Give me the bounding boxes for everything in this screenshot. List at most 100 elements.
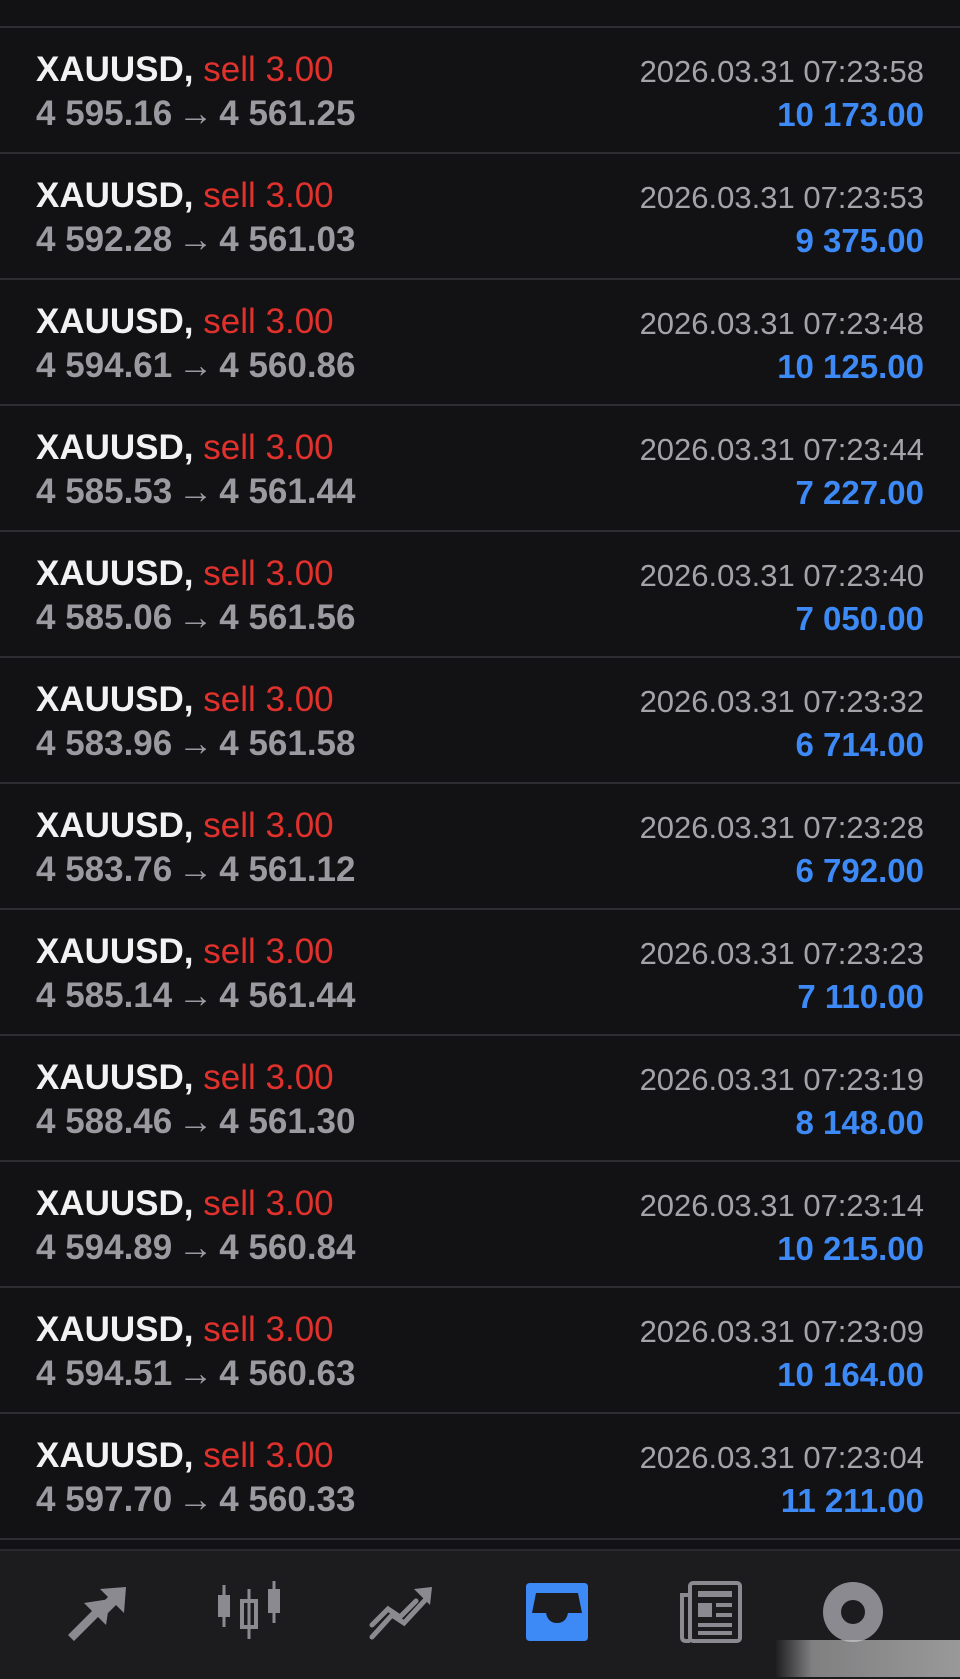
close-price: 4 561.03	[219, 220, 356, 259]
nav-trade[interactable]	[366, 1577, 436, 1647]
trade-row[interactable]: XAUUSD, sell 3.00 4 583.96 → 4 561.58 2026…	[0, 658, 960, 784]
trade-side: sell	[203, 1184, 256, 1223]
open-price: 4 583.96	[36, 724, 173, 763]
trade-volume: 3.00	[265, 302, 334, 341]
trade-prices: 4 597.70 → 4 560.33	[36, 1480, 356, 1520]
trade-time: 2026.03.31 07:23:19	[639, 1062, 924, 1097]
trade-profit: 6 714.00	[795, 726, 924, 763]
trade-row[interactable]: XAUUSD, sell 3.00 4 594.51 → 4 560.63 2026…	[0, 1288, 960, 1414]
trade-time: 2026.03.31 07:23:32	[639, 684, 924, 719]
trade-header: XAUUSD, sell 3.00	[36, 680, 334, 720]
trend-line-icon	[369, 1587, 432, 1640]
open-price: 4 595.16	[36, 94, 173, 133]
trade-header: XAUUSD, sell 3.00	[36, 932, 334, 972]
trade-row[interactable]: XAUUSD, sell 3.00 4 592.28 → 4 561.03 2026…	[0, 154, 960, 280]
trade-symbol: XAUUSD,	[36, 50, 194, 89]
trade-row[interactable]: XAUUSD, sell 3.00 4 588.46 → 4 561.30 2026…	[0, 1036, 960, 1162]
trade-header: XAUUSD, sell 3.00	[36, 1436, 334, 1476]
close-price: 4 561.58	[219, 724, 356, 763]
trade-side: sell	[203, 302, 256, 341]
trade-row[interactable]: XAUUSD, sell 3.00 4 594.89 → 4 560.84 2026…	[0, 1162, 960, 1288]
watermark-overlay	[775, 1640, 960, 1677]
trade-side: sell	[203, 1436, 256, 1475]
trade-volume: 3.00	[265, 1184, 334, 1223]
arrow-right-icon: →	[178, 1354, 214, 1393]
trade-side: sell	[203, 680, 256, 719]
trade-prices: 4 595.16 → 4 561.25	[36, 94, 356, 134]
trade-profit: 7 050.00	[795, 600, 924, 637]
trade-profit: 7 227.00	[795, 474, 924, 511]
settings-icon	[823, 1582, 883, 1642]
trade-history-list[interactable]: XAUUSD, sell 3.00 4 595.16 → 4 561.25 2026…	[0, 28, 960, 1540]
trade-row[interactable]: XAUUSD, sell 3.00 4 597.70 → 4 560.33 2026…	[0, 1414, 960, 1540]
trade-row[interactable]: XAUUSD, sell 3.00 4 595.16 → 4 561.25 2026…	[0, 28, 960, 154]
trade-prices: 4 594.51 → 4 560.63	[36, 1354, 356, 1394]
nav-quotes[interactable]	[62, 1577, 132, 1647]
arrow-right-icon: →	[178, 472, 214, 511]
trade-profit: 9 375.00	[795, 222, 924, 259]
trade-volume: 3.00	[265, 428, 334, 467]
close-price: 4 560.33	[219, 1480, 356, 1519]
trade-time: 2026.03.31 07:23:14	[639, 1188, 924, 1223]
trade-row[interactable]: XAUUSD, sell 3.00 4 585.14 → 4 561.44 2026…	[0, 910, 960, 1036]
arrow-right-icon: →	[178, 94, 214, 133]
nav-settings[interactable]	[818, 1577, 888, 1647]
trade-prices: 4 585.14 → 4 561.44	[36, 976, 356, 1016]
trade-header: XAUUSD, sell 3.00	[36, 1184, 334, 1224]
history-inbox-icon	[526, 1583, 588, 1641]
close-price: 4 561.44	[219, 976, 356, 1015]
trade-prices: 4 592.28 → 4 561.03	[36, 220, 356, 260]
nav-chart[interactable]	[214, 1577, 284, 1647]
trade-header: XAUUSD, sell 3.00	[36, 1058, 334, 1098]
close-price: 4 561.44	[219, 472, 356, 511]
trade-prices: 4 594.89 → 4 560.84	[36, 1228, 356, 1268]
trade-prices: 4 583.76 → 4 561.12	[36, 850, 356, 890]
trade-time: 2026.03.31 07:23:28	[639, 810, 924, 845]
trade-time: 2026.03.31 07:23:48	[639, 306, 924, 341]
open-price: 4 585.14	[36, 976, 173, 1015]
trade-profit: 11 211.00	[780, 1482, 924, 1519]
trade-row[interactable]: XAUUSD, sell 3.00 4 585.53 → 4 561.44 2026…	[0, 406, 960, 532]
trade-volume: 3.00	[265, 50, 334, 89]
trade-profit: 10 125.00	[777, 348, 924, 385]
open-price: 4 588.46	[36, 1102, 173, 1141]
trade-row[interactable]: XAUUSD, sell 3.00 4 594.61 → 4 560.86 2026…	[0, 280, 960, 406]
trade-prices: 4 583.96 → 4 561.58	[36, 724, 356, 764]
trade-symbol: XAUUSD,	[36, 176, 194, 215]
trade-time: 2026.03.31 07:23:09	[639, 1314, 924, 1349]
trade-prices: 4 585.53 → 4 561.44	[36, 472, 356, 512]
trade-header: XAUUSD, sell 3.00	[36, 50, 334, 90]
trade-volume: 3.00	[265, 806, 334, 845]
close-price: 4 560.63	[219, 1354, 356, 1393]
quotes-arrows-icon	[68, 1587, 126, 1641]
trade-side: sell	[203, 176, 256, 215]
arrow-right-icon: →	[178, 1228, 214, 1267]
arrow-right-icon: →	[178, 850, 214, 889]
trade-prices: 4 594.61 → 4 560.86	[36, 346, 356, 386]
nav-history[interactable]	[522, 1577, 592, 1647]
trade-header: XAUUSD, sell 3.00	[36, 428, 334, 468]
trade-row[interactable]: XAUUSD, sell 3.00 4 585.06 → 4 561.56 2026…	[0, 532, 960, 658]
close-price: 4 561.12	[219, 850, 356, 889]
trade-side: sell	[203, 1058, 256, 1097]
close-price: 4 561.30	[219, 1102, 356, 1141]
trade-volume: 3.00	[265, 1058, 334, 1097]
nav-news[interactable]	[676, 1577, 746, 1647]
trade-time: 2026.03.31 07:23:23	[639, 936, 924, 971]
trade-side: sell	[203, 428, 256, 467]
arrow-right-icon: →	[178, 220, 214, 259]
trade-volume: 3.00	[265, 176, 334, 215]
trade-profit: 7 110.00	[797, 978, 924, 1015]
trade-row[interactable]: XAUUSD, sell 3.00 4 583.76 → 4 561.12 2026…	[0, 784, 960, 910]
trade-volume: 3.00	[265, 680, 334, 719]
trade-time: 2026.03.31 07:23:40	[639, 558, 924, 593]
close-price: 4 560.86	[219, 346, 356, 385]
close-price: 4 560.84	[219, 1228, 356, 1267]
open-price: 4 585.53	[36, 472, 173, 511]
trade-symbol: XAUUSD,	[36, 428, 194, 467]
trade-symbol: XAUUSD,	[36, 806, 194, 845]
trade-profit: 10 215.00	[777, 1230, 924, 1267]
trade-symbol: XAUUSD,	[36, 1184, 194, 1223]
trade-time: 2026.03.31 07:23:04	[639, 1440, 924, 1475]
arrow-right-icon: →	[178, 346, 214, 385]
